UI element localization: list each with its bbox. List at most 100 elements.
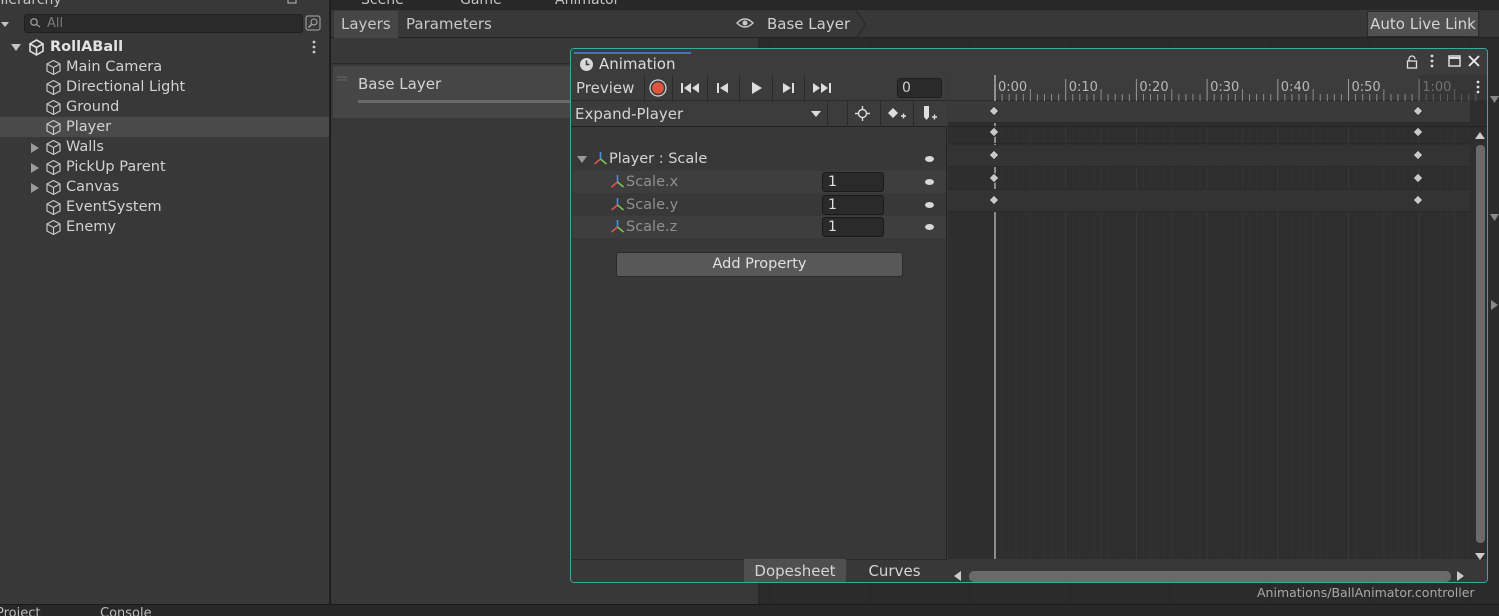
tab-scene-label: Scene bbox=[361, 0, 404, 8]
property-value-input[interactable]: 1 bbox=[822, 217, 884, 237]
property-label: Scale.y bbox=[626, 196, 679, 213]
expand-arrow-icon[interactable] bbox=[31, 183, 39, 193]
options-dot-icon[interactable] bbox=[925, 201, 934, 208]
hierarchy-item[interactable]: Walls bbox=[0, 137, 329, 157]
record-dot bbox=[652, 82, 664, 94]
play-icon[interactable] bbox=[751, 81, 763, 95]
search-icon bbox=[30, 18, 41, 28]
property-group-row[interactable]: Player : Scale bbox=[572, 148, 946, 170]
divider bbox=[739, 75, 740, 101]
options-dot-icon[interactable] bbox=[925, 156, 934, 162]
hierarchy-item[interactable]: Canvas bbox=[0, 177, 329, 197]
hierarchy-item-label: Walls bbox=[66, 139, 104, 155]
keyframe-row bbox=[948, 190, 1470, 212]
property-value-input[interactable]: 1 bbox=[822, 194, 884, 215]
add-keyframe-icon[interactable] bbox=[887, 107, 907, 121]
collapse-arrow-icon[interactable] bbox=[577, 156, 587, 164]
animation-title: Animation bbox=[599, 55, 676, 73]
tab-project[interactable]: Project bbox=[0, 606, 40, 616]
tab-console[interactable]: Console bbox=[100, 606, 152, 616]
tab-game[interactable]: Game bbox=[438, 0, 502, 8]
base-layer-item[interactable]: Base Layer bbox=[333, 66, 573, 118]
hierarchy-item[interactable]: EventSystem bbox=[0, 197, 329, 217]
tab-curves[interactable]: Curves bbox=[847, 559, 942, 582]
animator-toolbar bbox=[331, 10, 1499, 38]
property-row[interactable]: Scale.z 1 bbox=[572, 216, 946, 238]
frame-input[interactable]: 0 bbox=[897, 78, 942, 98]
scene-search-icon[interactable] bbox=[305, 15, 321, 31]
chevron-down-icon[interactable] bbox=[811, 110, 821, 118]
tab-animator-label: Animator bbox=[555, 0, 620, 8]
hierarchy-item[interactable]: Enemy bbox=[0, 217, 329, 237]
eye-icon[interactable] bbox=[736, 16, 754, 30]
bottom-tab-bar bbox=[0, 604, 1499, 616]
horizontal-scroll-thumb[interactable] bbox=[969, 571, 1451, 582]
add-property-button[interactable]: Add Property bbox=[616, 252, 903, 277]
breadcrumb[interactable]: Base Layer bbox=[760, 11, 850, 38]
scroll-left-icon[interactable] bbox=[954, 571, 961, 581]
property-value-input[interactable]: 1 bbox=[822, 172, 884, 192]
hierarchy-item-label: Player bbox=[66, 119, 112, 135]
expand-arrow-icon[interactable] bbox=[11, 43, 21, 53]
ruler-label: 0:00 bbox=[998, 80, 1028, 95]
hierarchy-item-label: Ground bbox=[66, 99, 120, 115]
gameobject-icon bbox=[46, 119, 61, 136]
close-icon[interactable] bbox=[1468, 55, 1480, 67]
clip-dropdown[interactable]: Expand-Player bbox=[575, 105, 683, 123]
preview-button[interactable]: Preview bbox=[576, 79, 634, 97]
transform-icon bbox=[610, 220, 625, 233]
lock-icon[interactable] bbox=[1406, 55, 1418, 69]
scroll-right-icon[interactable] bbox=[1457, 571, 1464, 581]
drag-handle-icon[interactable] bbox=[337, 76, 347, 82]
lock-icon[interactable] bbox=[287, 0, 297, 4]
previous-keyframe-icon[interactable] bbox=[717, 82, 729, 94]
tab-parameters[interactable]: Parameters bbox=[399, 11, 499, 38]
hierarchy-tab[interactable]: Hierarchy bbox=[0, 0, 62, 8]
gameobject-icon bbox=[46, 179, 61, 196]
keyframe-row bbox=[948, 168, 1470, 190]
divider bbox=[847, 101, 848, 127]
hierarchy-item[interactable]: Directional Light bbox=[0, 77, 329, 97]
first-keyframe-icon[interactable] bbox=[681, 82, 701, 94]
side-arrow-icon[interactable] bbox=[1490, 300, 1499, 310]
next-keyframe-icon[interactable] bbox=[782, 82, 794, 94]
transform-icon bbox=[610, 175, 625, 188]
record-icon[interactable] bbox=[649, 79, 667, 97]
hierarchy-item[interactable]: Player bbox=[0, 117, 329, 137]
tab-dopesheet[interactable]: Dopesheet bbox=[744, 559, 846, 582]
create-dropdown-icon[interactable] bbox=[0, 20, 10, 30]
scroll-down-icon[interactable] bbox=[1475, 553, 1485, 560]
hierarchy-search-input[interactable]: All bbox=[24, 14, 303, 33]
layer-weight-bar[interactable] bbox=[358, 100, 573, 103]
ruler-label: 0:50 bbox=[1351, 80, 1381, 95]
add-event-icon[interactable] bbox=[921, 105, 939, 122]
more-options-icon[interactable] bbox=[310, 0, 316, 4]
last-keyframe-icon[interactable] bbox=[812, 82, 832, 94]
vertical-scroll-thumb[interactable] bbox=[1476, 145, 1485, 543]
side-arrow-icon[interactable] bbox=[1490, 95, 1499, 105]
more-options-icon[interactable] bbox=[1429, 54, 1435, 68]
hierarchy-item[interactable]: Ground bbox=[0, 97, 329, 117]
hierarchy-item-label: PickUp Parent bbox=[66, 159, 166, 175]
hierarchy-item[interactable]: Main Camera bbox=[0, 57, 329, 77]
filter-keyframes-icon[interactable] bbox=[855, 106, 870, 121]
scene-root-row[interactable]: RollABall bbox=[0, 37, 329, 57]
property-row[interactable]: Scale.x 1 bbox=[572, 171, 946, 193]
divider bbox=[880, 101, 881, 127]
expand-arrow-icon[interactable] bbox=[31, 163, 39, 173]
clock-icon bbox=[580, 58, 593, 71]
options-dot-icon[interactable] bbox=[925, 179, 934, 185]
tab-layers[interactable]: Layers bbox=[334, 11, 398, 38]
tab-scene[interactable]: Scene bbox=[343, 0, 404, 8]
scroll-up-icon[interactable] bbox=[1475, 132, 1485, 139]
hierarchy-item[interactable]: PickUp Parent bbox=[0, 157, 329, 177]
tab-animator[interactable]: Animator bbox=[537, 0, 619, 8]
property-row[interactable]: Scale.y 1 bbox=[572, 194, 946, 216]
auto-live-link-button[interactable]: Auto Live Link bbox=[1367, 11, 1479, 37]
maximize-icon[interactable] bbox=[1448, 55, 1461, 67]
side-arrow-icon[interactable] bbox=[1490, 213, 1499, 223]
expand-arrow-icon[interactable] bbox=[31, 143, 39, 153]
scene-menu-icon[interactable] bbox=[311, 40, 317, 54]
more-options-icon[interactable] bbox=[1475, 80, 1481, 94]
options-dot-icon[interactable] bbox=[925, 224, 934, 230]
